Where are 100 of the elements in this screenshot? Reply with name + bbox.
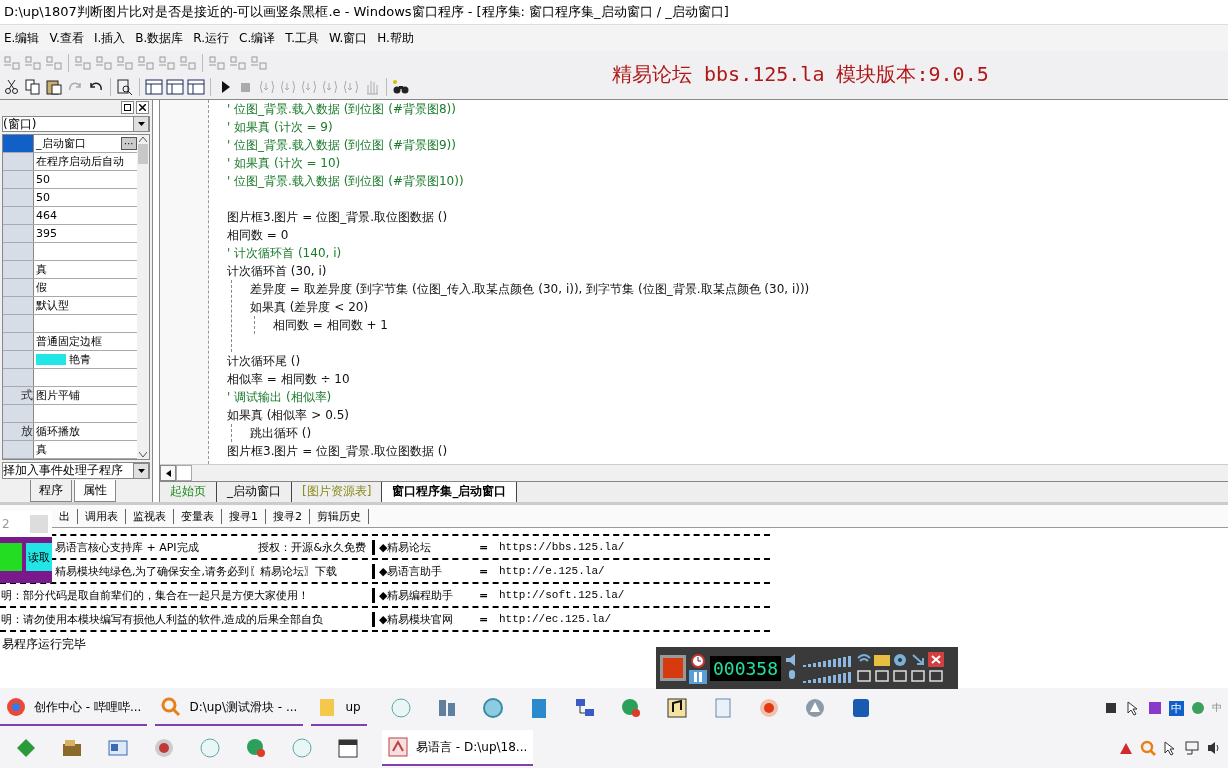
scroll-down-icon[interactable]	[139, 452, 147, 458]
window-icon[interactable]	[892, 669, 909, 684]
calendar-icon[interactable]	[336, 736, 360, 760]
restore-icon	[124, 103, 131, 111]
alarm-clock-icon[interactable]	[689, 652, 707, 668]
tray-icon[interactable]	[1147, 700, 1163, 716]
taskbar-button[interactable]: up	[311, 690, 367, 726]
speaker-icon[interactable]	[1206, 740, 1222, 756]
close-icon	[139, 103, 146, 111]
property-row[interactable]: _启动窗口 ⋯	[3, 135, 137, 154]
swirl-icon[interactable]	[290, 736, 314, 760]
editor-tab[interactable]: 窗口程序集_启动窗口	[382, 482, 518, 502]
taskbar-button[interactable]: 易语言 - D:\up\18...	[382, 730, 534, 766]
property-row[interactable]: 默认型	[3, 297, 137, 316]
menu-item[interactable]: V.查看	[49, 29, 84, 47]
output-tab[interactable]: 调用表	[78, 508, 126, 524]
binoculars-icon[interactable]	[391, 78, 411, 96]
camera-icon[interactable]	[856, 669, 873, 684]
scroll-thumb[interactable]	[176, 465, 192, 481]
menu-item[interactable]: R.运行	[193, 29, 230, 47]
close-button[interactable]	[136, 100, 149, 114]
property-row[interactable]: 真	[3, 261, 137, 280]
property-value: 普通固定边框	[35, 334, 103, 351]
input-method-indicator[interactable]: 中	[1212, 701, 1222, 715]
layout-icon[interactable]	[186, 78, 206, 96]
find-icon[interactable]	[115, 78, 135, 96]
fullscreen-icon[interactable]	[874, 669, 891, 684]
editor-tab[interactable]: 起始页	[160, 482, 217, 502]
code-line: 如果真 (差异度 < 20)	[250, 299, 370, 316]
object-dropdown[interactable]: (窗口)	[2, 115, 150, 133]
output-tab[interactable]: 监视表	[126, 508, 174, 524]
output-tab[interactable]: 搜寻2	[266, 508, 310, 524]
target-icon[interactable]	[152, 736, 176, 760]
read-button[interactable]: 读取	[26, 543, 52, 571]
close-icon[interactable]	[928, 652, 945, 667]
property-row[interactable]: 395	[3, 225, 137, 244]
network-icon[interactable]	[1184, 740, 1200, 756]
notes-icon[interactable]	[664, 696, 689, 720]
property-row[interactable]: 假	[3, 279, 137, 298]
menu-item[interactable]: W.窗口	[328, 29, 368, 47]
scroll-left-button[interactable]	[160, 465, 176, 481]
restore-button[interactable]	[121, 100, 134, 114]
property-row[interactable]	[3, 369, 137, 388]
tray-icon[interactable]	[1103, 700, 1119, 716]
property-row[interactable]: 式 图片平铺	[3, 387, 137, 406]
property-value: 图片平铺	[35, 388, 81, 405]
magnifier-icon[interactable]	[1140, 740, 1156, 756]
editor-tab[interactable]: _启动窗口	[217, 482, 292, 502]
taskbar-button[interactable]: D:\up\测试滑块 - ...	[155, 690, 304, 726]
property-row[interactable]	[3, 405, 137, 424]
taskbar-button[interactable]: 创作中心 - 哔哩哔...	[0, 690, 148, 726]
menu-item[interactable]: T.工具	[285, 29, 319, 47]
gear-icon[interactable]	[480, 696, 505, 720]
property-row[interactable]: 在程序启动后自动	[3, 153, 137, 172]
property-row[interactable]	[3, 315, 137, 334]
code-line: 相同数 = 0	[227, 227, 290, 244]
gear-icon[interactable]	[892, 652, 909, 667]
property-row[interactable]: 普通固定边框	[3, 333, 137, 352]
monitor-icon[interactable]	[910, 669, 927, 684]
exit-icon[interactable]	[928, 669, 945, 684]
property-row[interactable]: 放 循环播放	[3, 423, 137, 442]
menu-item[interactable]: B.数据库	[135, 29, 184, 47]
scroll-up-icon[interactable]	[139, 137, 147, 143]
code-comment: ' 如果真 (计次 = 9)	[227, 119, 334, 136]
property-row[interactable]: 464	[3, 207, 137, 226]
globe-icon[interactable]	[1190, 700, 1206, 716]
ellipsis-button[interactable]: ⋯	[121, 137, 137, 151]
event-dropdown[interactable]: 择加入事件处理子程序	[2, 462, 150, 479]
output-message: 精易模块纯绿色,为了确保安全,请务必到〖精易论坛〗下载	[54, 563, 337, 579]
panel-tab[interactable]: 程序	[30, 480, 72, 502]
menu-item[interactable]: H.帮助	[377, 29, 414, 47]
copy-icon[interactable]	[23, 78, 43, 96]
output-tab[interactable]: 剪辑历史	[310, 508, 369, 524]
layout-icon[interactable]	[144, 78, 164, 96]
property-value: 艳青	[34, 351, 137, 369]
swirl-icon[interactable]	[388, 696, 413, 720]
swirl-icon[interactable]	[198, 736, 222, 760]
layout-icon[interactable]	[165, 78, 185, 96]
code-line: 跳出循环 ()	[250, 425, 313, 442]
globe-icon[interactable]	[244, 736, 268, 760]
property-row[interactable]: 50	[3, 189, 137, 208]
scrollbar[interactable]	[137, 135, 149, 460]
output-tab[interactable]: 搜寻1	[222, 508, 266, 524]
equals-sign: =	[479, 540, 490, 554]
panel-tab[interactable]: 属性	[74, 480, 116, 502]
property-row[interactable]: 50	[3, 171, 137, 190]
scroll-thumb[interactable]	[138, 144, 148, 165]
output-tab[interactable]: 变量表	[174, 508, 222, 524]
menu-item[interactable]: I.插入	[93, 29, 126, 47]
menu-item[interactable]: E.编辑	[4, 29, 40, 47]
folder-icon[interactable]	[874, 652, 891, 667]
property-row[interactable]: 真	[3, 441, 137, 460]
property-row[interactable]	[3, 243, 137, 262]
property-row[interactable]: 艳青	[3, 351, 137, 370]
input-method-indicator[interactable]: 中	[1169, 700, 1184, 716]
arrow-icon[interactable]	[910, 652, 927, 667]
paste-icon[interactable]	[44, 78, 64, 96]
output-message: 易语言核心支持库 + API完成	[54, 539, 199, 555]
menu-item[interactable]: C.编译	[239, 29, 276, 47]
output-status: 易程序运行完毕	[1, 636, 87, 653]
